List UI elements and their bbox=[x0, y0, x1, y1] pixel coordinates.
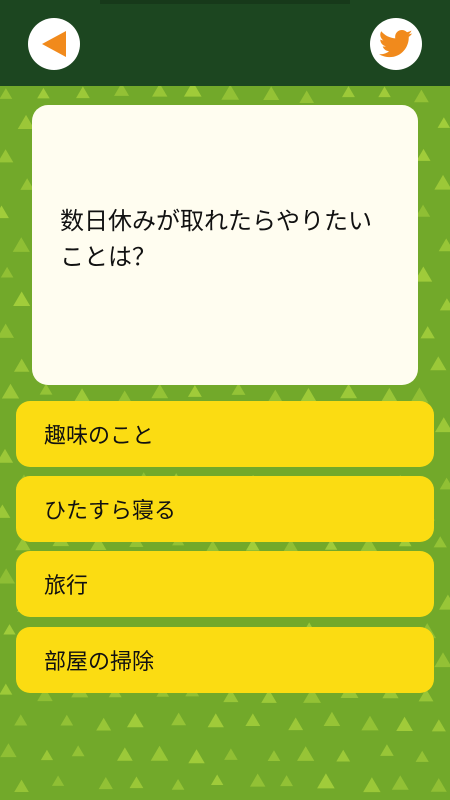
back-button[interactable] bbox=[28, 18, 80, 70]
pattern-triangle bbox=[300, 387, 317, 402]
pattern-triangle bbox=[363, 777, 381, 793]
pattern-triangle bbox=[415, 750, 429, 762]
pattern-triangle bbox=[117, 747, 133, 761]
pattern-triangle bbox=[0, 743, 17, 758]
pattern-triangle bbox=[12, 237, 30, 252]
pattern-triangle bbox=[207, 713, 224, 728]
pattern-triangle bbox=[431, 719, 446, 732]
question-line-2: ことは？ bbox=[60, 243, 156, 271]
pattern-triangle bbox=[249, 773, 266, 787]
answer-label: ひたすら寝る bbox=[44, 499, 177, 524]
pattern-triangle bbox=[361, 715, 379, 731]
pattern-triangle bbox=[0, 448, 14, 463]
pattern-triangle bbox=[439, 594, 450, 610]
pattern-triangle bbox=[0, 266, 14, 278]
top-bar bbox=[0, 0, 450, 86]
pattern-triangle bbox=[14, 779, 29, 793]
pattern-triangle bbox=[129, 776, 144, 789]
twitter-bird-icon bbox=[379, 29, 413, 58]
pattern-triangle bbox=[188, 749, 205, 764]
pattern-triangle bbox=[391, 775, 409, 790]
pattern-triangle bbox=[126, 713, 144, 728]
pattern-triangle bbox=[0, 323, 14, 338]
pattern-triangle bbox=[183, 86, 202, 97]
pattern-triangle bbox=[71, 745, 85, 757]
pattern-triangle bbox=[98, 777, 113, 790]
pattern-triangle bbox=[439, 298, 450, 311]
pattern-triangle bbox=[413, 89, 429, 103]
pattern-triangle bbox=[438, 238, 450, 252]
pattern-triangle bbox=[433, 536, 447, 548]
answer-button-3[interactable]: 旅行 bbox=[16, 551, 434, 617]
pattern-triangle bbox=[3, 624, 16, 635]
pattern-triangle bbox=[60, 714, 74, 726]
question-line-1: 数日休みが取れたらやりたい bbox=[60, 207, 372, 235]
pattern-triangle bbox=[14, 714, 28, 726]
pattern-triangle bbox=[0, 504, 11, 518]
pattern-triangle bbox=[13, 291, 31, 306]
pattern-triangle bbox=[430, 778, 447, 792]
pattern-triangle bbox=[0, 205, 9, 219]
answer-label: 部屋の掃除 bbox=[44, 650, 155, 675]
pattern-triangle bbox=[415, 204, 431, 217]
pattern-triangle bbox=[434, 652, 450, 668]
pattern-triangle bbox=[381, 387, 398, 402]
pattern-triangle bbox=[39, 383, 53, 395]
pattern-triangle bbox=[317, 773, 335, 789]
answer-button-1[interactable]: 趣味のこと bbox=[16, 401, 434, 467]
pattern-triangle bbox=[76, 86, 90, 99]
pattern-triangle bbox=[245, 713, 261, 727]
answer-label: 旅行 bbox=[44, 574, 89, 599]
pattern-triangle bbox=[299, 90, 315, 104]
pattern-triangle bbox=[430, 356, 447, 371]
pattern-triangle bbox=[210, 774, 224, 785]
pattern-triangle bbox=[439, 477, 450, 490]
pattern-triangle bbox=[378, 86, 391, 98]
pattern-triangle bbox=[297, 746, 315, 761]
pattern-triangle bbox=[420, 326, 435, 339]
answer-label: 趣味のこと bbox=[44, 424, 155, 449]
answer-button-2[interactable]: ひたすら寝る bbox=[16, 476, 434, 542]
pattern-triangle bbox=[171, 712, 187, 726]
pattern-triangle bbox=[1, 383, 20, 399]
pattern-triangle bbox=[336, 749, 351, 762]
pattern-triangle bbox=[396, 716, 413, 731]
pattern-triangle bbox=[224, 748, 238, 760]
pattern-triangle bbox=[323, 711, 341, 726]
pattern-triangle bbox=[435, 417, 450, 433]
pattern-triangle bbox=[267, 750, 281, 761]
pattern-triangle bbox=[51, 775, 65, 786]
pattern-triangle bbox=[0, 149, 14, 163]
pattern-triangle bbox=[114, 86, 130, 96]
pattern-triangle bbox=[221, 86, 240, 100]
answer-button-4[interactable]: 部屋の掃除 bbox=[16, 627, 434, 693]
pattern-triangle bbox=[37, 87, 50, 99]
twitter-share-button[interactable] bbox=[370, 18, 422, 70]
back-arrow-icon bbox=[42, 31, 66, 57]
header-notch bbox=[100, 0, 350, 4]
pattern-triangle bbox=[13, 358, 30, 372]
question-card: 数日休みが取れたらやりたい ことは？ bbox=[32, 105, 418, 385]
pattern-triangle bbox=[434, 174, 450, 190]
question-text: 数日休みが取れたらやりたい ことは？ bbox=[60, 203, 400, 275]
pattern-triangle bbox=[151, 383, 169, 399]
pattern-triangle bbox=[280, 775, 294, 787]
pattern-triangle bbox=[437, 117, 450, 128]
pattern-triangle bbox=[96, 717, 112, 731]
pattern-triangle bbox=[74, 388, 90, 402]
pattern-triangle bbox=[416, 148, 431, 161]
pattern-triangle bbox=[150, 745, 169, 761]
pattern-triangle bbox=[0, 88, 13, 99]
pattern-triangle bbox=[342, 86, 355, 98]
pattern-triangle bbox=[187, 385, 202, 397]
pattern-triangle bbox=[40, 749, 54, 761]
pattern-triangle bbox=[171, 778, 185, 790]
pattern-triangle bbox=[288, 717, 304, 731]
pattern-triangle bbox=[380, 744, 394, 756]
pattern-triangle bbox=[340, 383, 358, 399]
pattern-triangle bbox=[263, 86, 280, 101]
pattern-triangle bbox=[152, 86, 168, 97]
pattern-triangle bbox=[0, 683, 13, 695]
pattern-triangle bbox=[0, 568, 16, 584]
